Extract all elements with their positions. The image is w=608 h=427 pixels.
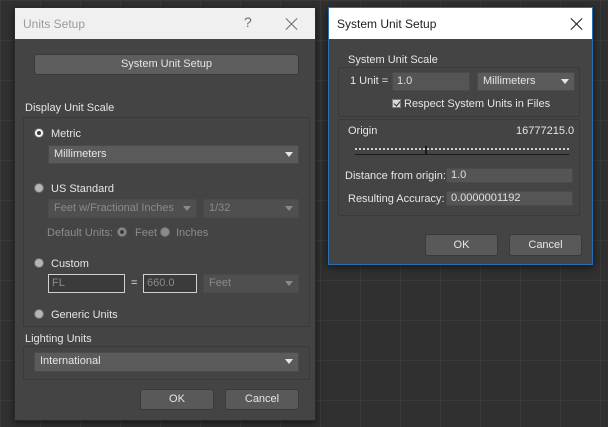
cancel-button[interactable]: Cancel [225,389,299,410]
fraction-dropdown[interactable]: 1/32 [203,199,299,218]
units-setup-title: Units Setup [23,17,86,31]
feet-radio[interactable] [117,227,127,237]
system-unit-dropdown[interactable]: Millimeters [477,72,575,91]
units-setup-dialog: Units Setup ? System Unit Setup Display … [14,7,316,421]
chevron-down-icon [285,281,293,286]
one-unit-field[interactable]: 1.0 [392,72,470,91]
feet-label: Feet [135,227,158,239]
respect-system-units-checkbox[interactable] [392,99,401,108]
custom-radio[interactable] [34,258,44,268]
us-standard-radio[interactable] [34,183,44,193]
resulting-accuracy-field: 0.0000001192 [446,191,573,206]
us-standard-dropdown[interactable]: Feet w/Fractional Inches [48,199,197,218]
chevron-down-icon [285,359,293,364]
chevron-down-icon [561,79,569,84]
origin-label: Origin [348,125,378,137]
distance-from-origin-label: Distance from origin: [345,170,446,182]
origin-slider-track [355,154,569,155]
custom-unit-dropdown[interactable]: Feet [203,274,299,293]
system-unit-setup-dialog: System Unit Setup System Unit Scale 1 Un… [328,7,593,265]
origin-slider-ticks [355,148,569,150]
close-icon[interactable] [285,17,299,31]
custom-value-field[interactable]: 660.0 [143,274,197,293]
help-button[interactable]: ? [244,14,252,30]
lighting-units-label: Lighting Units [25,333,92,345]
display-unit-scale-label: Display Unit Scale [25,102,115,114]
close-icon[interactable] [570,17,584,31]
default-units-label: Default Units: [47,227,114,239]
lighting-units-dropdown[interactable]: International [34,352,299,372]
custom-unit-value: Feet [209,277,232,289]
system-unit-setup-button[interactable]: System Unit Setup [34,54,299,75]
ok-button[interactable]: OK [140,389,214,410]
chevron-down-icon [285,152,293,157]
metric-radio[interactable] [34,128,44,138]
metric-units-value: Millimeters [54,148,107,160]
units-setup-titlebar[interactable]: Units Setup ? [15,8,315,39]
resulting-accuracy-label: Resulting Accuracy: [348,193,445,205]
custom-label: Custom [51,258,89,270]
system-unit-setup-titlebar[interactable]: System Unit Setup [329,8,592,39]
one-unit-label: 1 Unit = [350,75,389,87]
origin-value: 16777215.0 [516,125,575,137]
system-unit-value: Millimeters [483,75,536,87]
distance-from-origin-field[interactable]: 1.0 [446,168,573,183]
us-standard-label: US Standard [51,183,114,195]
generic-units-radio[interactable] [34,309,44,319]
metric-units-dropdown[interactable]: Millimeters [48,145,299,164]
system-unit-setup-title: System Unit Setup [337,17,437,31]
custom-name-field[interactable]: FL [48,274,125,293]
metric-label: Metric [51,128,81,140]
lighting-units-value: International [40,355,101,367]
system-unit-scale-label: System Unit Scale [348,54,438,66]
origin-slider-thumb[interactable] [425,146,427,155]
equals-sign: = [131,277,138,289]
cancel-button[interactable]: Cancel [509,234,582,256]
chevron-down-icon [285,206,293,211]
fraction-value: 1/32 [209,202,231,214]
inches-radio[interactable] [160,227,170,237]
inches-label: Inches [176,227,209,239]
chevron-down-icon [183,206,191,211]
ok-button[interactable]: OK [425,234,498,256]
generic-units-label: Generic Units [51,309,118,321]
us-standard-value: Feet w/Fractional Inches [54,202,174,214]
respect-system-units-label: Respect System Units in Files [404,98,551,110]
